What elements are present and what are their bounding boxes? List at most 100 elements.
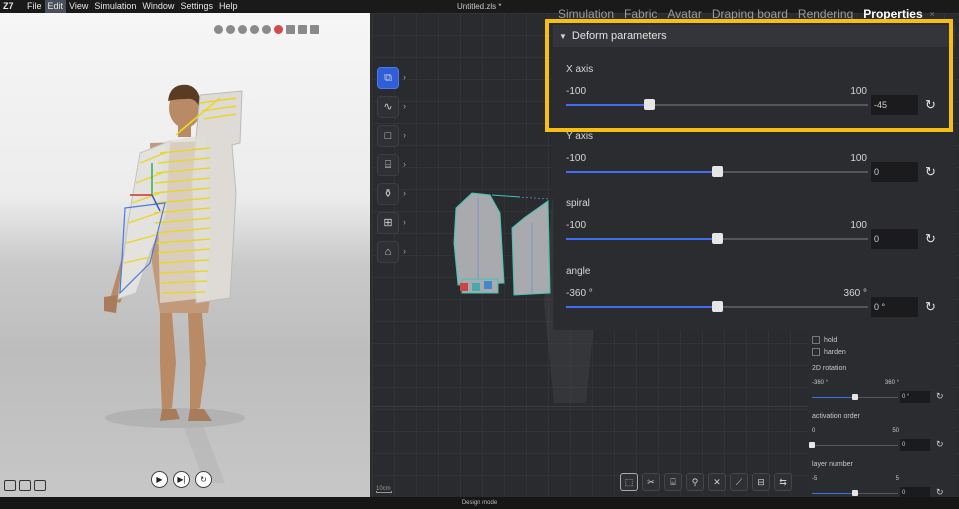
ruler-display-icon[interactable] (310, 25, 319, 34)
tape-icon[interactable]: ⇆ (774, 473, 792, 491)
expand-arrow-icon[interactable]: › (403, 72, 406, 82)
viewport-bottom-icons (4, 480, 46, 491)
menu-item-file[interactable]: File (24, 0, 45, 13)
tab-rendering[interactable]: Rendering (793, 7, 858, 21)
checkbox-box[interactable] (812, 336, 820, 344)
param-value-field[interactable]: 0 (871, 162, 918, 182)
rp-max-label: 50 (892, 428, 899, 434)
menu-item-settings[interactable]: Settings (177, 0, 216, 13)
reset-icon[interactable]: ↻ (936, 391, 944, 402)
tab-properties[interactable]: Properties (858, 7, 927, 21)
expand-arrow-icon[interactable]: › (403, 159, 406, 169)
param-x-axis: X axis -100 100 -45 ↻ (553, 64, 955, 128)
menu-item-help[interactable]: Help (216, 0, 241, 13)
menu-item-simulation[interactable]: Simulation (91, 0, 139, 13)
bottle-icon[interactable]: ⚱ (377, 183, 399, 205)
expand-arrow-icon[interactable]: › (403, 188, 406, 198)
checkbox-hold[interactable]: hold (812, 336, 837, 344)
pin-icon[interactable]: ⚲ (686, 473, 704, 491)
expand-arrow-icon[interactable]: › (403, 101, 406, 111)
slider-thumb[interactable] (712, 233, 723, 244)
camera-icon[interactable] (34, 480, 46, 491)
expand-arrow-icon[interactable]: › (403, 130, 406, 140)
scissor-icon[interactable]: ✕ (708, 473, 726, 491)
texture-icon[interactable] (238, 25, 247, 34)
param-value-field[interactable]: -45 (871, 95, 918, 115)
tab-simulation[interactable]: Simulation (553, 7, 619, 21)
expand-arrow-icon[interactable]: › (403, 217, 406, 227)
curve-icon[interactable]: ∿ (377, 96, 399, 118)
rp-slider-thumb[interactable] (852, 490, 858, 496)
param-slider[interactable] (566, 301, 868, 312)
menu-item-window[interactable]: Window (139, 0, 177, 13)
checkbox-harden[interactable]: harden (812, 348, 846, 356)
reset-icon[interactable]: ↻ (925, 297, 936, 317)
param-angle: angle -360 ° 360 ° 0 ° ↻ (553, 266, 955, 330)
rp-slider-thumb[interactable] (852, 394, 858, 400)
param-slider[interactable] (566, 166, 868, 177)
rp-slider[interactable] (809, 442, 898, 448)
expand-arrow-icon[interactable]: › (403, 246, 406, 256)
panel-tab-bar: Simulation Fabric Avatar Draping board Rende… (553, 4, 955, 23)
tab-fabric[interactable]: Fabric (619, 7, 662, 21)
render-mode-icon[interactable] (214, 25, 223, 34)
param-max-label: 100 (850, 86, 867, 97)
tab-draping-board[interactable]: Draping board (707, 7, 793, 21)
tab-avatar[interactable]: Avatar (662, 7, 706, 21)
menu-item-edit[interactable]: Edit (44, 0, 67, 13)
reset-simulation-button[interactable]: ↻ (195, 471, 212, 488)
deform-parameters-header[interactable]: ▼ Deform parameters (553, 25, 955, 47)
zoom-icon[interactable] (19, 480, 31, 491)
slider-thumb[interactable] (712, 166, 723, 177)
step-button[interactable]: ▶| (173, 471, 190, 488)
map-icon[interactable]: ⊞ (377, 212, 399, 234)
reset-icon[interactable]: ↻ (925, 162, 936, 182)
menu-item-view[interactable]: View (66, 0, 91, 13)
reset-icon[interactable]: ↻ (925, 95, 936, 115)
rp-value-field[interactable]: 0 (900, 439, 930, 451)
param-value-field[interactable]: 0 (871, 229, 918, 249)
param-spiral: spiral -100 100 0 ↻ (553, 198, 955, 262)
param-slider[interactable] (566, 233, 868, 244)
3d-viewport[interactable]: ▶ ▶| ↻ (0, 13, 370, 497)
stitch-icon[interactable]: ⊟ (752, 473, 770, 491)
checkbox-box[interactable] (812, 348, 820, 356)
rp-slider[interactable] (812, 490, 898, 496)
seam-icon[interactable]: ⌸ (664, 473, 682, 491)
sewing-icon[interactable]: ⌸ (377, 154, 399, 176)
collapse-triangle-icon: ▼ (559, 32, 567, 41)
avatar-display-icon[interactable] (250, 25, 259, 34)
select-transform-icon[interactable]: ⧉ (377, 67, 399, 89)
slider-fill (566, 238, 717, 240)
sewing-machine-icon[interactable]: ⌂ (377, 241, 399, 263)
slider-thumb[interactable] (712, 301, 723, 312)
pattern-piece-back (453, 192, 505, 286)
reset-icon[interactable]: ↻ (925, 229, 936, 249)
avatar-skeleton-icon[interactable] (262, 25, 271, 34)
tab-close-icon[interactable]: × (928, 9, 940, 19)
param-slider[interactable] (566, 99, 868, 110)
sphere-icon[interactable] (226, 25, 235, 34)
rectangle-icon[interactable]: □ (377, 125, 399, 147)
param-min-label: -100 (566, 86, 587, 97)
param-max-label: 100 (850, 220, 867, 231)
rp-slider-thumb[interactable] (809, 442, 815, 448)
reset-icon[interactable]: ↻ (936, 439, 944, 450)
strain-map-icon[interactable] (274, 25, 283, 34)
fabric-display-icon[interactable] (286, 25, 295, 34)
rp-param-label: activation order (812, 413, 860, 420)
cut-icon[interactable]: ✂ (642, 473, 660, 491)
transform-pattern-icon[interactable]: ⬚ (620, 473, 638, 491)
rp-slider[interactable] (812, 394, 898, 400)
param-value-field[interactable]: 0 ° (871, 297, 918, 317)
pattern-display-icon[interactable] (298, 25, 307, 34)
slider-fill (566, 104, 650, 106)
param-min-label: -360 ° (566, 288, 593, 299)
play-button[interactable]: ▶ (151, 471, 168, 488)
image-icon[interactable] (4, 480, 16, 491)
knife-icon[interactable]: ⟋ (730, 473, 748, 491)
rp-value-field[interactable]: 0 ° (900, 391, 930, 403)
slider-thumb[interactable] (644, 99, 656, 110)
rp-max-label: 360 ° (884, 380, 899, 386)
param-min-label: -100 (566, 153, 587, 164)
